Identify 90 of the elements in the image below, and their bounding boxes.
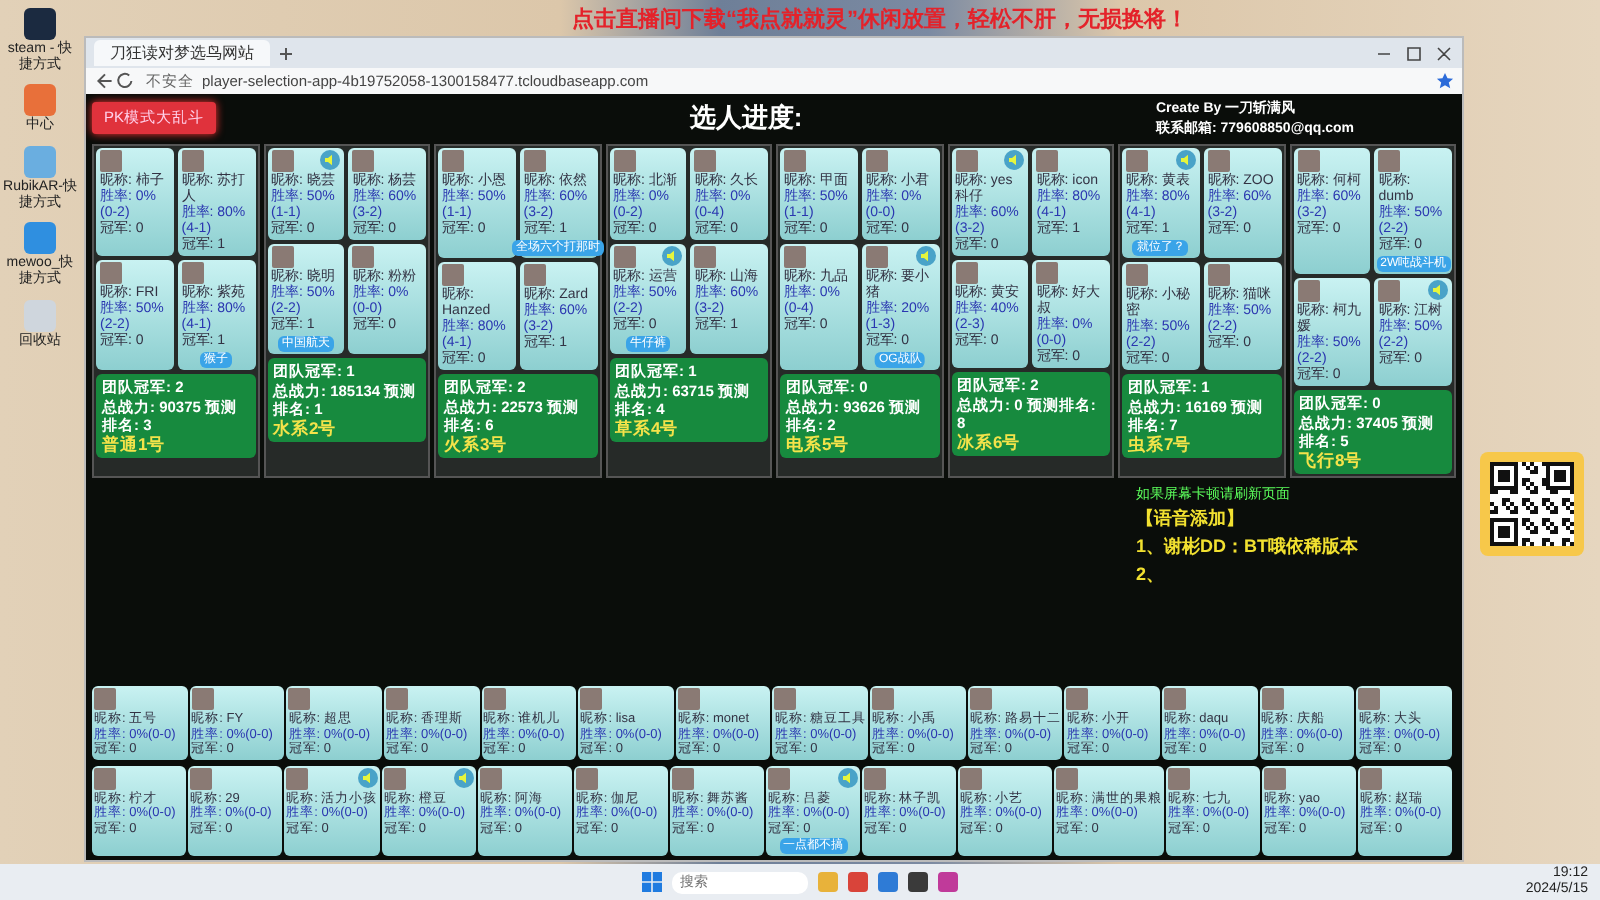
speaker-icon[interactable] [320,150,341,170]
avatar-placeholder [580,688,603,710]
avatar-placeholder [181,150,204,172]
navigation-icon[interactable] [94,72,138,90]
page-title: 选人进度: [687,100,805,136]
avatar-placeholder [1056,767,1079,789]
avatar-placeholder [784,246,806,268]
team-name: 电系5号 [786,436,852,454]
avatar-placeholder [1297,280,1319,302]
avatar-placeholder [694,150,717,172]
avatar-placeholder [286,767,309,789]
speaker-icon[interactable] [838,767,859,787]
notice-line: 1、谢彬DD：BT哦依稀版本 [1136,534,1361,560]
avatar-placeholder [385,688,408,710]
banner-text: 点击直播间下载“我点就就灵”休闲放置，轻松不肝，无损换将！ [570,5,1190,34]
avatar-placeholder [94,688,116,710]
new-tab-icon[interactable] [278,45,294,61]
team-name: 普通1号 [102,436,168,454]
speaker-icon[interactable] [1004,150,1025,170]
avatar-placeholder [774,688,797,710]
avatar-placeholder [1378,150,1401,172]
avatar-placeholder [523,264,546,286]
app-icon[interactable] [24,8,56,40]
avatar-placeholder [442,264,464,286]
speaker-icon[interactable] [1428,280,1448,300]
team-name: 冰系6号 [957,434,1023,452]
avatar-placeholder [1126,150,1148,172]
speaker-icon[interactable] [1175,150,1196,170]
team-name: 虫系7号 [1128,436,1194,454]
team-name: 飞行8号 [1299,452,1365,470]
avatar-placeholder [1359,767,1382,789]
speaker-icon[interactable] [915,246,935,266]
avatar-placeholder [352,246,375,268]
team-name: 水系2号 [273,420,339,438]
avatar-placeholder [1036,150,1059,172]
avatar-placeholder [1066,688,1089,710]
avatar-placeholder [784,150,806,172]
team-name: 火系3号 [444,436,510,454]
avatar-placeholder [442,150,464,172]
avatar-placeholder [694,246,717,268]
avatar-placeholder [960,767,983,789]
speaker-icon[interactable] [357,767,378,787]
avatar-placeholder [383,767,406,789]
avatar-placeholder [613,150,635,172]
avatar-placeholder [1378,280,1401,302]
avatar-placeholder [1126,264,1148,286]
avatar-placeholder [1261,688,1284,710]
avatar-placeholder [479,767,502,789]
avatar-placeholder [768,767,790,789]
avatar-placeholder [288,688,311,710]
speaker-icon[interactable] [453,767,474,787]
avatar-placeholder [100,262,122,284]
notice-line: 2、 [1136,562,1167,588]
avatar-placeholder [677,688,700,710]
avatar-placeholder [865,246,888,268]
avatar-placeholder [671,767,694,789]
team-name: 草系4号 [615,420,681,438]
avatar-placeholder [864,767,887,789]
avatar-placeholder [1263,767,1286,789]
avatar-placeholder [1297,150,1319,172]
notice-heading: 【语音添加】 [1136,506,1246,532]
avatar-placeholder [181,262,204,284]
avatar-placeholder [613,246,635,268]
avatar-placeholder [865,150,888,172]
avatar-placeholder [523,150,546,172]
avatar-placeholder [190,767,213,789]
avatar-placeholder [1207,150,1230,172]
avatar-placeholder [955,262,977,284]
favorite-icon[interactable] [1436,72,1454,90]
avatar-placeholder [1036,262,1059,284]
avatar-placeholder [271,246,293,268]
avatar-placeholder [969,688,992,710]
avatar-placeholder [1207,264,1230,286]
avatar-placeholder [352,150,375,172]
qr-code-drawing [1480,452,1584,556]
avatar-placeholder [575,767,598,789]
avatar-placeholder [955,150,977,172]
avatar-placeholder [1164,688,1187,710]
browser-tab[interactable]: 刀狂读对梦选鸟网站 [94,40,270,66]
avatar-placeholder [271,150,293,172]
avatar-placeholder [1167,767,1190,789]
avatar-placeholder [94,767,116,789]
speaker-icon[interactable] [662,246,683,266]
start-icon[interactable] [642,872,662,892]
avatar-placeholder [191,688,214,710]
avatar-placeholder [872,688,895,710]
avatar-placeholder [1358,688,1381,710]
avatar-placeholder [483,688,506,710]
avatar-placeholder [100,150,122,172]
window-controls-icon[interactable] [1374,45,1454,61]
